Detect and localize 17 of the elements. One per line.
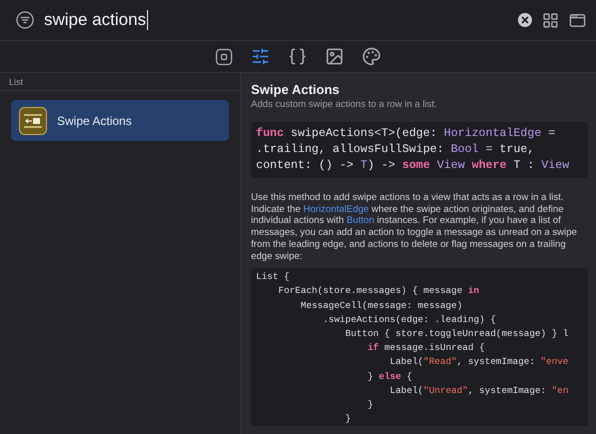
detail-title: Swipe Actions [251, 82, 340, 97]
section-header: List [0, 73, 240, 91]
signature-code: func swipeActions<T>(edge: HorizontalEdge = .trailing, allowsFullSwipe: Bool = true, content: () -> T) -> some View where T : View [251, 122, 588, 178]
link[interactable]: HorizontalEdge [303, 204, 369, 215]
palette-icon[interactable] [360, 45, 383, 68]
description-text: Use this method to add swipe actions to a view that acts as a row in a list. Indicate the HorizontalEdge where the swipe action originates, and define individual actions with Button instances. For example, if you have a list of messages, you can add an action to toggle a message as unread on a swipe from the leading edge, and actions to delete or flag messages on a trailing edge swipe: [251, 192, 578, 262]
window-icon[interactable] [569, 12, 586, 28]
code-example: List { ForEach(store.messages) { message in MessageCell(message: message) .swipeActions(edge: .leading) { Button { store.toggleUnread(message) } l if message.isUnread { Label("Read", systemImage: "enve } else { Label("Unread", systemImage: "en } } [251, 268, 588, 426]
detail-subtitle: Adds custom swipe actions to a row in a list. [251, 99, 438, 110]
grid-icon[interactable] [542, 12, 559, 28]
link[interactable]: Button [346, 215, 374, 226]
clear-icon[interactable] [518, 13, 532, 27]
sidebar-item[interactable]: Swipe Actions [11, 100, 229, 141]
filter-icon[interactable] [16, 11, 34, 29]
swipe-icon [19, 106, 47, 134]
item-label: Swipe Actions [57, 114, 132, 128]
search-field[interactable]: swipe actions [44, 10, 508, 30]
